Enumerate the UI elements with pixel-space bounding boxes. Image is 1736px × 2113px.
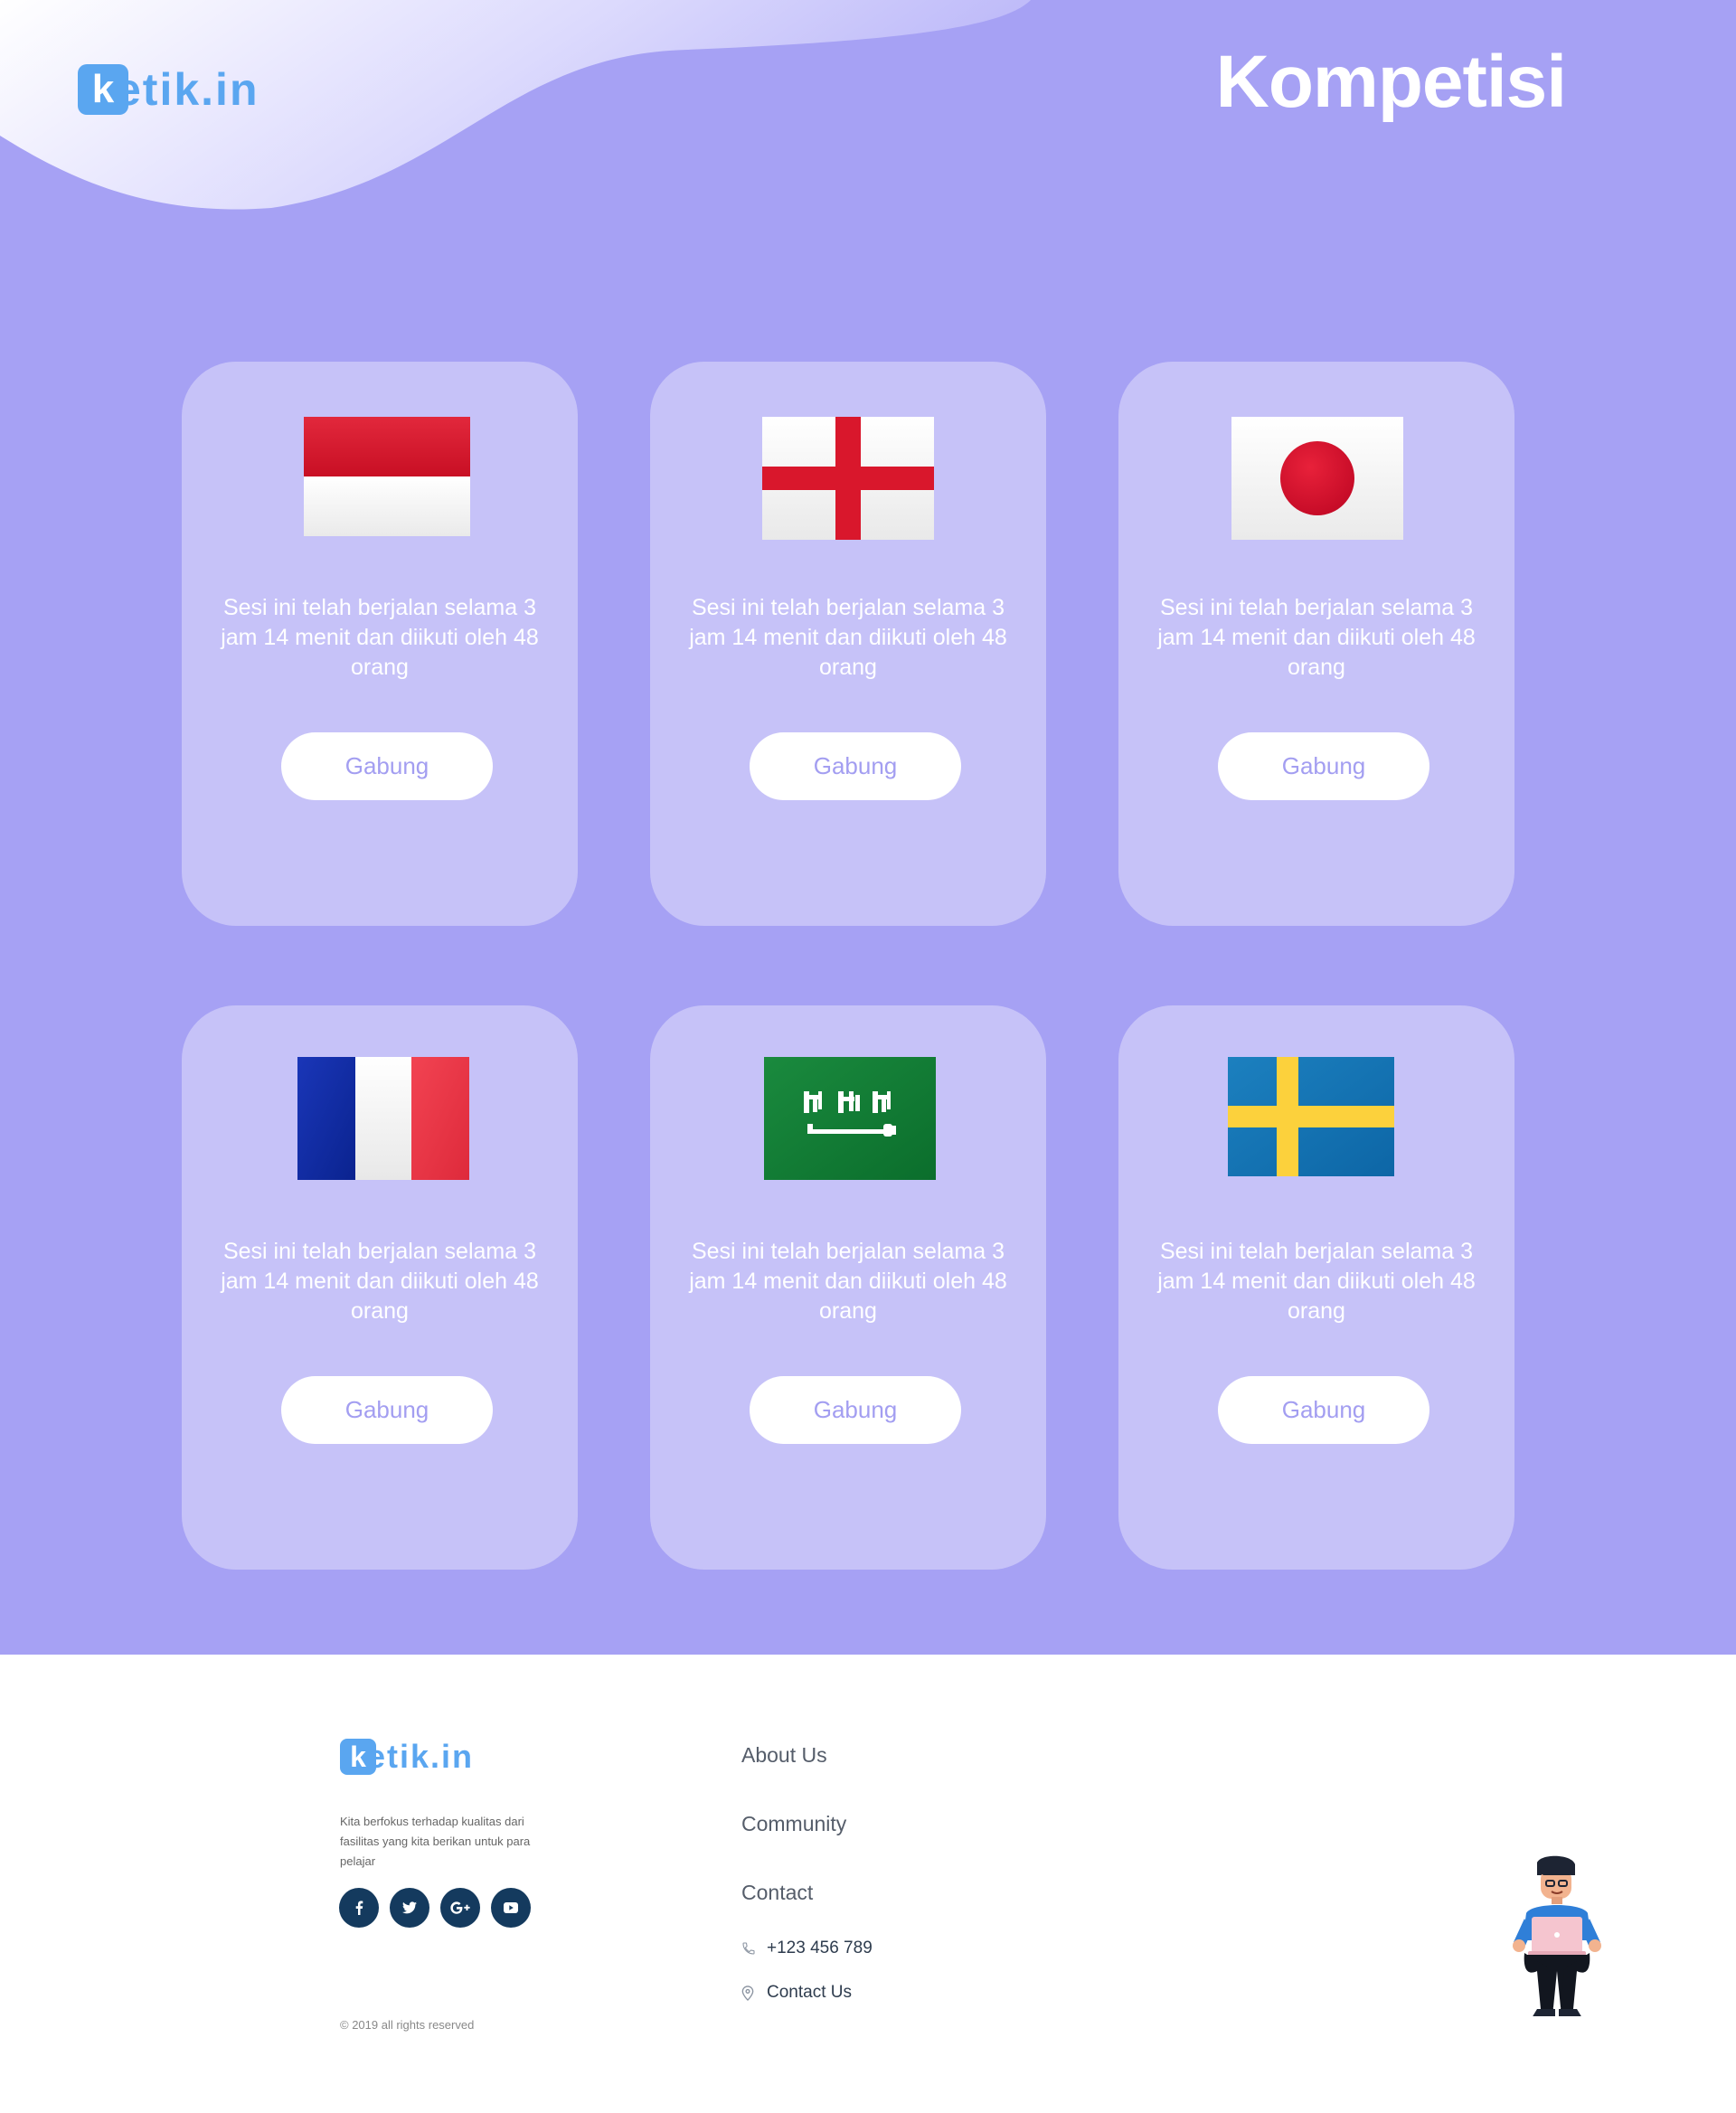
join-button[interactable]: Gabung — [1218, 732, 1429, 800]
youtube-icon[interactable] — [491, 1888, 531, 1928]
copyright: © 2019 all rights reserved — [340, 2018, 475, 2032]
competition-card: Sesi ini telah berjalan selama 3 jam 14 … — [1118, 1005, 1514, 1570]
footer-logo[interactable]: k etik.in — [340, 1738, 474, 1776]
session-info: Sesi ini telah berjalan selama 3 jam 14 … — [1157, 1239, 1476, 1324]
session-info: Sesi ini telah berjalan selama 3 jam 14 … — [689, 1239, 1007, 1324]
competition-card: Sesi ini telah berjalan selama 3 jam 14 … — [182, 362, 578, 926]
join-button[interactable]: Gabung — [750, 732, 961, 800]
footer — [0, 1655, 1736, 2113]
session-info: Sesi ini telah berjalan selama 3 jam 14 … — [221, 595, 539, 680]
competition-card: Sesi ini telah berjalan selama 3 jam 14 … — [650, 362, 1046, 926]
page-title: Kompetisi — [1215, 41, 1567, 123]
brand-logo[interactable]: k etik.in — [78, 63, 259, 116]
social-links — [339, 1888, 542, 1928]
japan-flag — [1231, 417, 1403, 540]
competition-card: Sesi ini telah berjalan selama 3 jam 14 … — [1118, 362, 1514, 926]
phone-number[interactable]: +123 456 789 — [767, 1938, 873, 1958]
competition-card: Sesi ini telah berjalan selama 3 jam 14 … — [650, 1005, 1046, 1570]
join-button[interactable]: Gabung — [281, 732, 493, 800]
logo-text: etik.in — [116, 64, 259, 115]
sweden-flag — [1228, 1057, 1394, 1176]
indonesia-flag — [304, 417, 470, 536]
session-info: Sesi ini telah berjalan selama 3 jam 14 … — [221, 1239, 539, 1324]
phone-icon — [741, 1941, 767, 1956]
session-info: Sesi ini telah berjalan selama 3 jam 14 … — [1157, 595, 1476, 680]
contact-us-link[interactable]: Contact Us — [767, 1983, 852, 2003]
contact-us-row: Contact Us — [741, 1983, 852, 2003]
france-flag — [297, 1057, 469, 1180]
hero-section: k etik.in Kompetisi Sesi ini telah berja… — [0, 0, 1736, 1655]
join-button[interactable]: Gabung — [750, 1376, 961, 1444]
competition-card: Sesi ini telah berjalan selama 3 jam 14 … — [182, 1005, 578, 1570]
session-info: Sesi ini telah berjalan selama 3 jam 14 … — [689, 595, 1007, 680]
england-flag — [762, 417, 934, 540]
google-plus-icon[interactable] — [440, 1888, 480, 1928]
twitter-icon[interactable] — [390, 1888, 429, 1928]
footer-description: Kita berfokus terhadap kualitas dari fas… — [340, 1815, 531, 1868]
join-button[interactable]: Gabung — [1218, 1376, 1429, 1444]
community-link[interactable]: Community — [741, 1812, 846, 1836]
phone-row: +123 456 789 — [741, 1938, 873, 1958]
person-with-laptop-illustration — [1513, 1855, 1601, 2019]
logo-text: etik.in — [367, 1738, 475, 1775]
join-button[interactable]: Gabung — [281, 1376, 493, 1444]
facebook-icon[interactable] — [339, 1888, 379, 1928]
saudi-arabia-flag — [764, 1057, 936, 1180]
about-us-link[interactable]: About Us — [741, 1743, 827, 1768]
location-pin-icon — [741, 1985, 767, 2001]
contact-link[interactable]: Contact — [741, 1881, 813, 1905]
